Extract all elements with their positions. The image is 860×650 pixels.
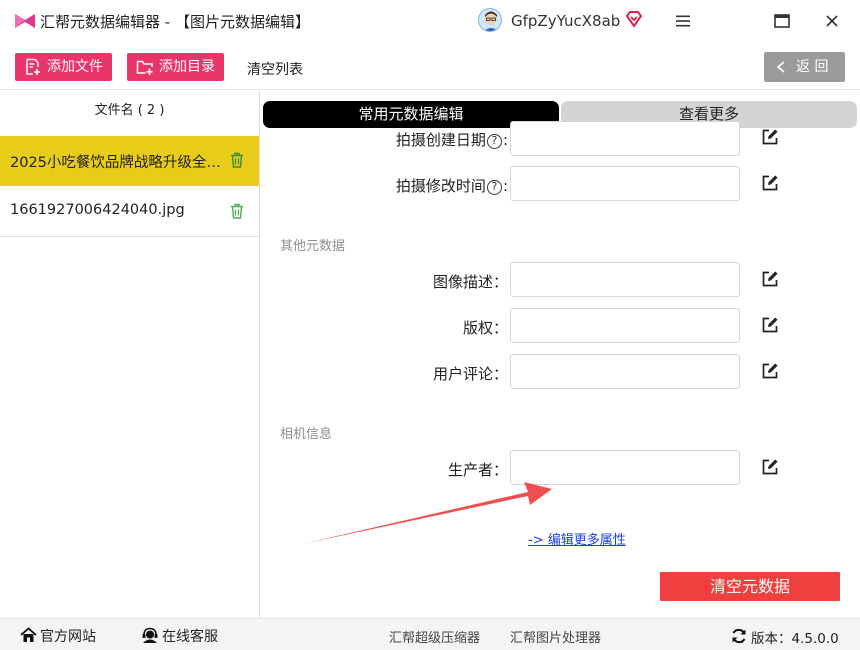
help-icon[interactable]: ?	[486, 180, 502, 195]
edit-icon[interactable]	[761, 128, 779, 146]
user-comment-input[interactable]	[510, 354, 740, 389]
edit-icon[interactable]	[761, 458, 779, 476]
online-service-label: 在线客服	[162, 629, 218, 645]
title-bar: 汇帮元数据编辑器 - 【图片元数据编辑】 GfpZyYucX8ab	[0, 0, 860, 42]
section-camera-info: 相机信息	[280, 427, 333, 442]
add-folder-button[interactable]: 添加目录	[127, 53, 224, 81]
vip-diamond-icon[interactable]	[625, 10, 643, 28]
help-icon[interactable]: ?	[486, 134, 502, 149]
version-info[interactable]: 版本：4.5.0.0	[731, 627, 839, 647]
official-site-label: 官方网站	[40, 629, 96, 645]
shoot-modify-time-label: 拍摄修改时间?:	[396, 175, 508, 196]
avatar[interactable]	[478, 8, 502, 32]
shoot-modify-time-text: 拍摄修改时间	[395, 177, 486, 195]
clear-list-button[interactable]: 清空列表	[247, 59, 303, 79]
maker-label: 生产者：	[447, 461, 508, 479]
back-button[interactable]: 返 回	[764, 52, 845, 82]
maximize-icon[interactable]	[772, 11, 792, 31]
app-title: 汇帮元数据编辑器 - 【图片元数据编辑】	[40, 13, 310, 31]
colon-text: :	[502, 177, 508, 195]
file-list-item[interactable]: 2025小吃餐饮品牌战略升级全案...	[0, 136, 259, 186]
close-icon[interactable]	[822, 11, 842, 31]
refresh-icon	[732, 628, 746, 644]
add-file-button[interactable]: 添加文件	[15, 53, 112, 81]
shoot-create-date-label: 拍摄创建日期?:	[396, 129, 508, 150]
app-logo-icon	[15, 14, 35, 28]
image-description-label: 图像描述：	[432, 273, 508, 291]
status-bar: 官方网站 在线客服 汇帮超级压缩器 汇帮图片处理器 版本：4.5.0.0	[0, 618, 860, 650]
version-label: 版本：	[751, 631, 792, 647]
edit-more-properties-link[interactable]: -> 编辑更多属性	[528, 529, 626, 548]
copyright-input[interactable]	[510, 308, 740, 343]
back-label: 返 回	[796, 59, 829, 75]
shoot-modify-time-input[interactable]	[510, 166, 740, 201]
file-list-panel: 文件名 ( 2 ) 2025小吃餐饮品牌战略升级全案... 1661927006…	[0, 91, 260, 618]
version-number: 4.5.0.0	[791, 631, 839, 647]
add-file-icon	[26, 58, 40, 75]
home-icon	[20, 627, 37, 642]
edit-icon[interactable]	[761, 316, 779, 334]
official-site-link[interactable]: 官方网站	[20, 626, 96, 646]
menu-icon[interactable]	[673, 11, 693, 31]
add-file-label: 添加文件	[47, 59, 103, 75]
delete-icon[interactable]	[230, 203, 244, 219]
copyright-label: 版权：	[462, 319, 508, 337]
section-other-metadata: 其他元数据	[280, 239, 346, 254]
online-service-link[interactable]: 在线客服	[141, 626, 218, 646]
file-name: 1661927006424040.jpg	[10, 202, 185, 218]
chevron-left-icon	[776, 61, 785, 73]
user-comment-label: 用户评论：	[432, 365, 508, 383]
file-list-header: 文件名 ( 2 )	[94, 103, 165, 118]
image-description-input[interactable]	[510, 262, 740, 297]
colon-text: :	[502, 131, 508, 149]
maker-input[interactable]	[510, 450, 740, 485]
customer-service-icon	[142, 627, 158, 643]
clear-metadata-button[interactable]: 清空元数据	[660, 572, 840, 601]
toolbar: 添加文件 添加目录 清空列表 返 回	[0, 42, 860, 90]
file-name: 2025小吃餐饮品牌战略升级全案...	[10, 155, 222, 171]
add-folder-icon	[136, 60, 153, 75]
username[interactable]: GfpZyYucX8ab	[511, 12, 620, 30]
edit-icon[interactable]	[761, 174, 779, 192]
avatar-icon	[479, 9, 501, 31]
add-folder-label: 添加目录	[159, 59, 215, 75]
edit-icon[interactable]	[761, 362, 779, 380]
file-list-item[interactable]: 1661927006424040.jpg	[0, 187, 259, 237]
shoot-create-date-input[interactable]	[510, 121, 740, 156]
compressor-link[interactable]: 汇帮超级压缩器	[389, 627, 480, 646]
edit-icon[interactable]	[761, 270, 779, 288]
delete-icon[interactable]	[230, 152, 244, 168]
shoot-create-date-text: 拍摄创建日期	[395, 131, 486, 149]
image-processor-link[interactable]: 汇帮图片处理器	[510, 627, 601, 646]
